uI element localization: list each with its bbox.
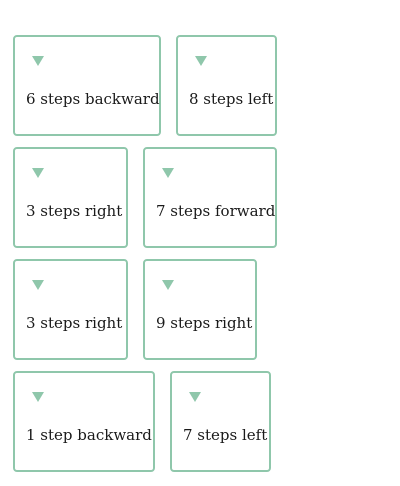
triangle-down-icon (32, 56, 44, 66)
step-card-label: 6 steps backward (26, 90, 160, 108)
card-row-2: 3 steps right 7 steps forward (13, 147, 292, 248)
step-card-4[interactable]: 7 steps forward (143, 147, 277, 248)
step-card-5[interactable]: 3 steps right (13, 259, 128, 360)
step-card-2[interactable]: 8 steps left (176, 35, 277, 136)
triangle-down-icon (162, 280, 174, 290)
triangle-down-icon (195, 56, 207, 66)
card-row-4: 1 step backward 7 steps left (13, 371, 292, 472)
step-card-label: 3 steps right (26, 202, 123, 220)
step-card-6[interactable]: 9 steps right (143, 259, 257, 360)
step-card-label: 7 steps left (183, 426, 268, 444)
step-card-label: 8 steps left (189, 90, 274, 108)
step-card-3[interactable]: 3 steps right (13, 147, 128, 248)
step-card-8[interactable]: 7 steps left (170, 371, 271, 472)
triangle-down-icon (189, 392, 201, 402)
step-card-label: 1 step backward (26, 426, 152, 444)
card-row-3: 3 steps right 9 steps right (13, 259, 292, 360)
step-card-label: 3 steps right (26, 314, 123, 332)
card-row-1: 6 steps backward 8 steps left (13, 35, 292, 136)
step-card-7[interactable]: 1 step backward (13, 371, 155, 472)
step-card-label: 7 steps forward (156, 202, 276, 220)
step-card-grid: 6 steps backward 8 steps left 3 steps ri… (13, 35, 292, 483)
step-card-1[interactable]: 6 steps backward (13, 35, 161, 136)
triangle-down-icon (32, 280, 44, 290)
triangle-down-icon (32, 392, 44, 402)
step-card-label: 9 steps right (156, 314, 253, 332)
triangle-down-icon (162, 168, 174, 178)
triangle-down-icon (32, 168, 44, 178)
